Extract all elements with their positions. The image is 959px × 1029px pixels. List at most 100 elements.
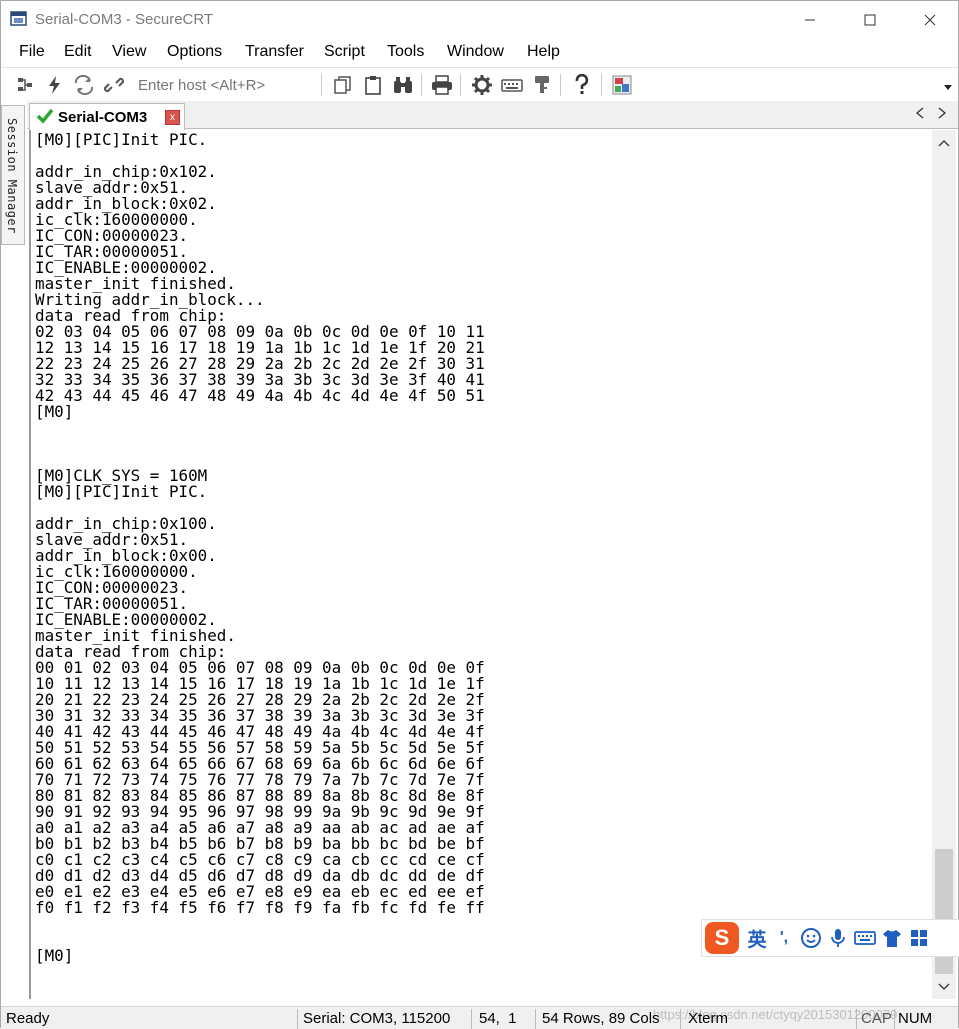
smiley-icon	[801, 928, 821, 948]
ime-toolbar: S 英 ',	[701, 919, 959, 957]
menu-tools[interactable]: Tools	[387, 43, 424, 61]
lightning-icon	[49, 76, 60, 94]
ime-logo[interactable]: S	[705, 922, 739, 954]
screenshot-button[interactable]	[610, 73, 634, 97]
chevron-left-icon	[915, 107, 924, 119]
soft-keyboard-button[interactable]	[853, 925, 877, 951]
menu-options[interactable]: Options	[167, 43, 222, 61]
toolbar-separator	[601, 74, 602, 96]
close-icon	[924, 14, 936, 26]
menu-transfer[interactable]: Transfer	[245, 43, 304, 61]
reconnect-button[interactable]	[72, 73, 96, 97]
vertical-scrollbar[interactable]	[932, 130, 956, 999]
emoji-button[interactable]	[799, 925, 823, 951]
status-separator	[535, 1009, 536, 1029]
status-separator	[856, 1009, 857, 1029]
tshirt-icon	[883, 930, 901, 947]
disconnect-button[interactable]	[102, 73, 126, 97]
window-title: Serial-COM3 - SecureCRT	[35, 11, 214, 28]
print-button[interactable]	[430, 73, 454, 97]
copy-button[interactable]	[331, 73, 355, 97]
terminal-view[interactable]: [M0][PIC]Init PIC. addr_in_chip:0x102. sl…	[29, 130, 932, 999]
tab-scroll-right-button[interactable]	[938, 107, 947, 122]
enter-host-input[interactable]	[138, 74, 316, 96]
menu-bar: File Edit View Options Transfer Script T…	[1, 39, 958, 67]
toolbar-overflow-button[interactable]	[943, 84, 955, 96]
reconnect-icon	[74, 75, 94, 95]
securecrt-window: Serial-COM3 - SecureCRT File Edit View O…	[0, 0, 959, 1029]
voice-input-button[interactable]	[826, 925, 850, 951]
tab-scroll-left-button[interactable]	[915, 107, 924, 122]
toolbar-separator	[421, 74, 422, 96]
session-manager-tab[interactable]: Session Manager	[1, 105, 25, 245]
menu-script[interactable]: Script	[324, 43, 365, 61]
picture-icon	[612, 75, 632, 95]
chevron-down-icon	[944, 85, 952, 90]
status-ready: Ready	[6, 1010, 50, 1027]
tab-close-button[interactable]: x	[165, 110, 180, 125]
status-terminal-size: 54 Rows, 89 Cols	[542, 1010, 660, 1027]
status-caps-lock: CAP	[861, 1010, 892, 1027]
help-icon	[575, 74, 589, 94]
session-options-button[interactable]	[470, 73, 494, 97]
skin-button[interactable]	[880, 925, 904, 951]
paste-button[interactable]	[361, 73, 385, 97]
maximize-button[interactable]	[841, 1, 899, 39]
tab-label: Serial-COM3	[58, 109, 148, 126]
find-button[interactable]	[391, 73, 415, 97]
status-num-lock: NUM	[898, 1010, 933, 1027]
toolbar-separator	[460, 74, 461, 96]
connect-button[interactable]	[13, 73, 37, 97]
minimize-button[interactable]	[781, 1, 839, 39]
gear-icon	[472, 75, 492, 95]
tab-serial-com3[interactable]: Serial-COM3 x	[29, 103, 185, 130]
help-button[interactable]	[570, 73, 594, 97]
microphone-icon	[831, 929, 845, 947]
key-icon	[535, 76, 549, 93]
ime-language-toggle[interactable]: 英	[745, 925, 769, 951]
menu-edit[interactable]: Edit	[64, 43, 92, 61]
terminal-line: f0 f1 f2 f3 f4 f5 f6 f7 f8 f9 fa fb fc f…	[35, 898, 485, 917]
app-icon	[10, 11, 27, 26]
terminal-line: [M0][PIC]Init PIC.	[35, 130, 208, 149]
chevron-up-icon	[938, 139, 950, 147]
copy-icon	[334, 76, 351, 94]
binoculars-icon	[394, 77, 412, 93]
menu-view[interactable]: View	[112, 43, 146, 61]
sftp-button[interactable]	[530, 73, 554, 97]
status-bar: https://blog.csdn.net/ctyqy2015301200079…	[1, 1006, 958, 1029]
chevron-right-icon	[938, 107, 947, 119]
terminal-line: 42 43 44 45 46 47 48 49 4a 4b 4c 4d 4e 4…	[35, 386, 485, 405]
tab-strip: Serial-COM3 x	[27, 101, 958, 130]
printer-icon	[432, 75, 452, 95]
status-connection: Serial: COM3, 115200	[303, 1010, 451, 1027]
check-icon	[36, 108, 54, 124]
status-separator	[680, 1009, 681, 1029]
scroll-up-button[interactable]	[938, 136, 950, 150]
scroll-down-button[interactable]	[938, 980, 950, 994]
ime-menu-button[interactable]	[907, 925, 931, 951]
terminal-line: [M0]	[35, 402, 74, 421]
status-emulation: Xterm	[688, 1010, 729, 1027]
menu-window[interactable]: Window	[447, 43, 504, 61]
status-separator	[297, 1009, 298, 1029]
close-button[interactable]	[901, 1, 959, 39]
session-manager-label: Session Manager	[5, 118, 19, 234]
menu-help[interactable]: Help	[527, 43, 560, 61]
quick-connect-button[interactable]	[43, 73, 67, 97]
toolbar-separator	[321, 74, 322, 96]
keyboard-icon	[854, 931, 876, 945]
keymap-button[interactable]	[500, 73, 524, 97]
clipboard-icon	[365, 76, 381, 95]
ime-punctuation-toggle[interactable]: ',	[772, 925, 796, 951]
menu-file[interactable]: File	[19, 43, 45, 61]
toolbar	[1, 67, 958, 101]
chevron-down-icon	[938, 983, 950, 991]
connect-icon	[18, 78, 32, 91]
maximize-icon	[864, 14, 876, 26]
grid-icon	[911, 930, 927, 946]
